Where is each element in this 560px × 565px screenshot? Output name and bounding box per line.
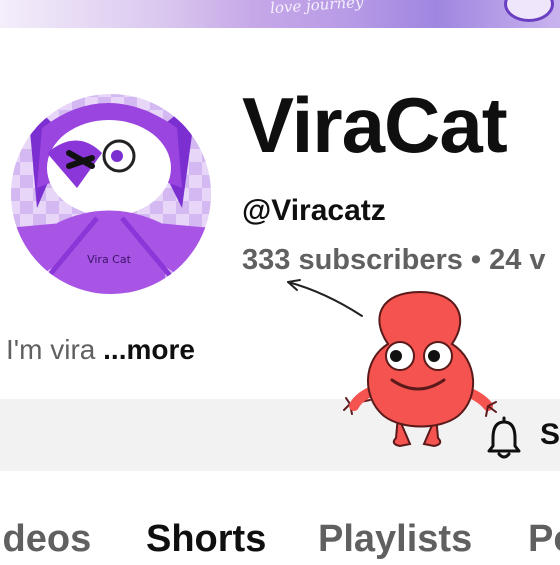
description-more-link[interactable]: ...more	[103, 334, 195, 365]
channel-avatar[interactable]: Vira Cat	[7, 58, 211, 298]
channel-handle: @Viracatz	[242, 194, 386, 227]
banner-decoration	[504, 0, 554, 22]
description-text: I'm vira	[6, 334, 96, 365]
channel-tabs: ideos Shorts Playlists Po	[0, 520, 560, 565]
tab-shorts[interactable]: Shorts	[146, 520, 266, 558]
avatar-shirt-text: Vira Cat	[87, 253, 132, 266]
tab-playlists[interactable]: Playlists	[318, 520, 472, 558]
channel-name: ViraCat	[242, 81, 508, 169]
channel-description: I'm vira ...more	[6, 336, 195, 364]
red-character-sticker	[343, 290, 497, 448]
subscribe-button[interactable]: S	[540, 420, 560, 450]
tab-videos[interactable]: ideos	[0, 520, 91, 558]
tab-posts[interactable]: Po	[528, 520, 560, 558]
channel-banner: love journey	[0, 0, 560, 28]
banner-script-text: love journey	[269, 0, 364, 18]
